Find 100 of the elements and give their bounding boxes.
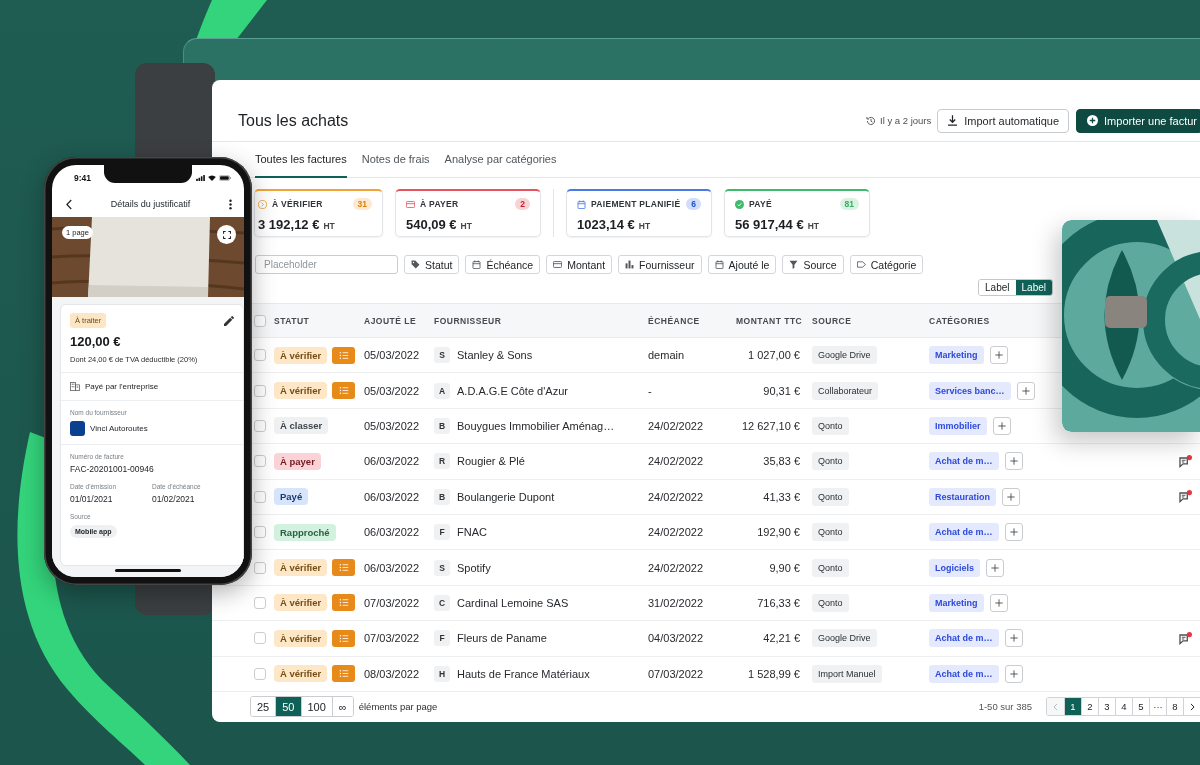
row-checkbox[interactable] — [254, 384, 266, 397]
page-button[interactable]: 1 — [1064, 698, 1081, 716]
page-size-label: éléments par page — [358, 701, 439, 713]
summary-amount: 56 917,44 € — [735, 217, 804, 232]
chevron-left-icon — [1053, 702, 1058, 711]
added-date: 06/03/2022 — [364, 455, 421, 468]
add-category-button[interactable] — [989, 593, 1008, 612]
due-date: 24/02/2022 — [648, 455, 705, 468]
list-button[interactable] — [332, 594, 356, 612]
amount-text: 42,21 € — [762, 632, 801, 645]
add-category-button[interactable] — [1004, 664, 1023, 683]
row-checkbox[interactable] — [254, 632, 266, 645]
add-category-button[interactable] — [1004, 629, 1023, 648]
summary-card[interactable]: PAYÉ 81 56 917,44 € HT — [724, 189, 870, 237]
upload-invoice-button[interactable]: Importer une factur — [1076, 108, 1200, 133]
plus-icon — [1009, 669, 1018, 678]
row-checkbox[interactable] — [254, 419, 266, 432]
row-checkbox[interactable] — [254, 455, 266, 468]
amount-text: 9,90 € — [768, 561, 801, 574]
filter-button[interactable]: Catégorie — [849, 255, 924, 274]
more-icon[interactable] — [229, 198, 232, 210]
page-size-option[interactable]: ∞ — [331, 697, 353, 717]
list-button[interactable] — [332, 346, 356, 364]
add-category-button[interactable] — [1004, 523, 1023, 542]
credit-card-icon — [553, 260, 563, 269]
source-tag: Qonto — [812, 523, 849, 542]
due-date: - — [648, 384, 653, 397]
comment-icon[interactable] — [1179, 454, 1192, 468]
wifi-icon — [208, 175, 216, 181]
source-tag: Qonto — [812, 487, 849, 506]
filter-button[interactable]: Statut — [404, 255, 460, 274]
plus-icon — [1009, 457, 1018, 466]
list-button[interactable] — [332, 665, 356, 683]
summary-amount: 3 192,12 € — [258, 217, 320, 232]
amount-text: 120,00 € — [70, 334, 122, 349]
filter-button[interactable]: Source — [782, 255, 844, 274]
amount-text: 35,83 € — [762, 455, 801, 468]
source-tag: Qonto — [812, 452, 849, 471]
summary-label: PAYÉ — [749, 199, 773, 209]
row-checkbox[interactable] — [254, 667, 266, 680]
row-checkbox[interactable] — [254, 349, 266, 362]
back-icon[interactable] — [66, 198, 72, 210]
amount-text: 41,33 € — [762, 490, 801, 503]
status-badge: Rapproché — [274, 523, 336, 541]
summary-card[interactable]: À PAYER 2 540,09 € HT — [395, 189, 541, 237]
summary-card[interactable]: PAIEMENT PLANIFIÉ 6 1023,14 € HT — [566, 189, 712, 237]
count-badge: 81 — [839, 198, 859, 210]
row-checkbox[interactable] — [254, 596, 266, 609]
tab[interactable]: Notes de frais — [361, 142, 430, 178]
search-field[interactable]: Placeholder — [255, 255, 398, 274]
summary-label: À PAYER — [420, 199, 460, 209]
filter-icon — [789, 260, 799, 269]
add-category-button[interactable] — [986, 558, 1004, 577]
filter-button[interactable]: Échéance — [465, 255, 541, 274]
list-button[interactable] — [332, 559, 356, 577]
select-all-checkbox[interactable] — [254, 314, 266, 327]
row-checkbox[interactable] — [254, 561, 266, 574]
added-date: 06/03/2022 — [364, 561, 421, 574]
row-checkbox[interactable] — [254, 526, 266, 539]
comment-icon[interactable] — [1179, 490, 1192, 504]
list-button[interactable] — [332, 382, 356, 400]
count-badge: 2 — [515, 198, 530, 210]
add-category-button[interactable] — [989, 346, 1008, 365]
calendar-icon — [577, 199, 586, 209]
category-tag: Services banc… — [929, 381, 1011, 400]
page-size-option[interactable]: 50 — [275, 697, 301, 717]
added-date: 07/03/2022 — [364, 596, 421, 609]
added-date: 08/03/2022 — [364, 667, 421, 680]
toggle-option[interactable]: Label — [1015, 280, 1052, 295]
status-badge: À vérifier — [274, 346, 328, 364]
add-category-button[interactable] — [1016, 381, 1035, 400]
supplier-name: Fleurs de Paname — [457, 632, 547, 645]
supplier-avatar: F — [434, 524, 450, 541]
add-category-button[interactable] — [992, 416, 1011, 435]
calendar-icon — [714, 260, 724, 269]
filter-button[interactable]: Fournisseur — [618, 255, 702, 274]
date-value: 01/02/2021 — [152, 494, 196, 504]
due-date: 24/02/2022 — [648, 526, 705, 539]
add-category-button[interactable] — [1002, 487, 1020, 506]
amount-text: 716,33 € — [756, 596, 801, 609]
list-icon — [338, 386, 349, 396]
comment-icon[interactable] — [1179, 631, 1192, 645]
supplier-name: Stanley & Sons — [457, 349, 533, 362]
category-tag: Achat de m… — [929, 452, 999, 471]
edit-icon[interactable] — [224, 315, 234, 326]
filter-button[interactable]: Montant — [546, 255, 613, 274]
summary-card[interactable]: À VÉRIFIER 31 3 192,12 € HT — [254, 189, 383, 237]
tax-unit: HT — [323, 221, 335, 231]
row-checkbox[interactable] — [254, 490, 266, 503]
add-category-button[interactable] — [1004, 452, 1023, 471]
list-button[interactable] — [332, 629, 356, 647]
tab[interactable]: Toutes les factures — [255, 142, 347, 178]
download-icon — [947, 115, 959, 126]
filter-button[interactable]: Ajouté le — [707, 255, 777, 274]
tax-unit: HT — [807, 221, 820, 231]
import-button[interactable]: Import automatique — [937, 108, 1070, 133]
added-date: 06/03/2022 — [364, 526, 421, 539]
tab[interactable]: Analyse par catégories — [444, 142, 557, 178]
chevron-circle-icon — [258, 199, 267, 209]
source-tag: Qonto — [812, 416, 849, 435]
